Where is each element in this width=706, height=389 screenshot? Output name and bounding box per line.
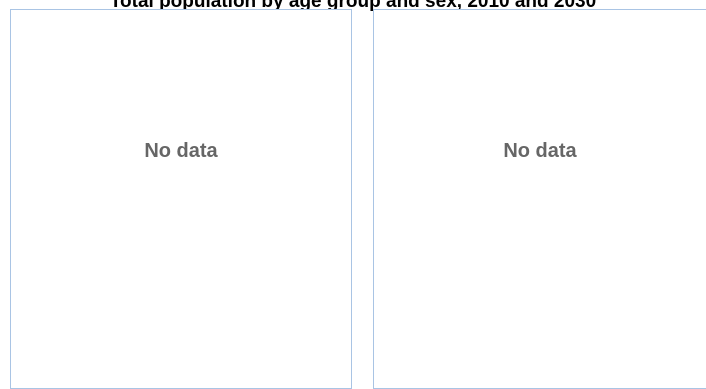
- no-data-message: No data: [503, 140, 577, 162]
- chart-panel-left: No data: [10, 9, 352, 389]
- no-data-message: No data: [144, 140, 218, 162]
- chart-panel-right: No data: [373, 9, 706, 389]
